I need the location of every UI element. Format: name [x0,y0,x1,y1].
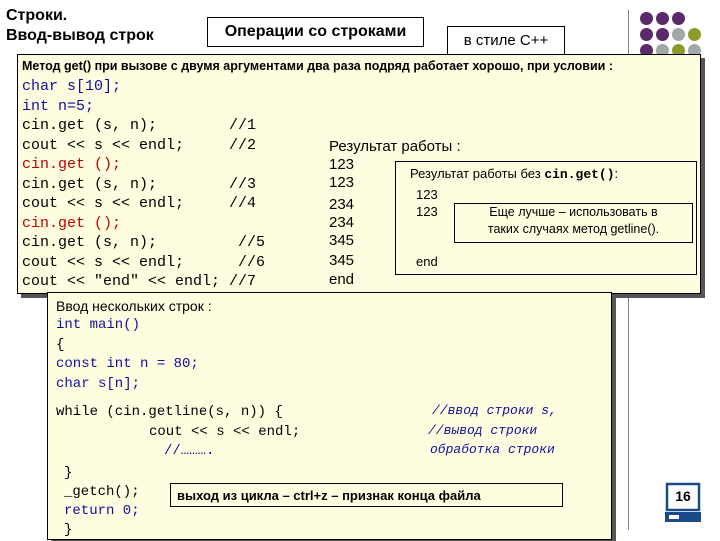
code-line: cin.get (s, n); //1 [22,117,257,134]
no-cin-get-value: 123 [416,187,438,202]
code-line: char s[10]; [22,78,122,95]
code-line: cin.get (s, n); //3 [22,175,257,193]
style-box: в стиле С++ [447,26,565,55]
result-value: 345 [329,252,355,269]
result-value: 123 [329,156,355,173]
no-cin-get-label: Результат работы без cin.get(): [410,166,619,182]
getline-tip-box: Еще лучше – использовать в таких случаях… [454,203,693,243]
result-value: 345 [329,232,355,249]
operations-box: Операции со строками [207,17,424,47]
result-value: 234 [329,214,355,231]
code-line: cout << s << endl; //6 [22,253,266,271]
getch-line: _getch(); [64,484,140,500]
title-line-1: Строки. [6,7,68,24]
slide-title: Строки. Ввод-вывод строк [6,6,154,46]
result-value: 234 [329,196,355,213]
while-line: while (cin.getline(s, n)) { [56,404,283,420]
code-line: int n=5; [22,97,95,115]
page-number: 16 [675,488,691,504]
loop-exit-note: выход из цикла – ctrl+z – признак конца … [170,483,563,507]
comment-output: //вывод строки [428,423,538,438]
final-brace: } [64,522,73,538]
code-line: cout << "end" << endl; //7 [22,273,257,290]
cout-line: cout << s << endl; [149,424,301,440]
result-value: end [329,271,355,288]
code-line: const int n = 80; [56,356,199,372]
code-line: cout << s << endl; //4 [22,195,257,212]
comment-processing: обработка строки [430,442,555,457]
lower-heading: Ввод нескольких строк : [56,298,212,314]
code-line: cin.get (); [22,156,122,173]
code-line: cout << s << endl; //2 [22,136,257,154]
code-line: char s[n]; [56,375,141,392]
code-line: { [56,336,65,353]
tip-line-1: Еще лучше – использовать в [489,205,658,219]
slide-number-icon: 16 [664,482,702,524]
close-brace: } [64,465,73,481]
main-code-box: Метод get() при вызове с двумя аргумента… [17,54,701,294]
no-cin-get-end: end [416,254,438,269]
result-label: Результат работы : [329,138,461,155]
no-cin-get-value: 123 [416,204,438,219]
title-line-2: Ввод-вывод строк [6,27,154,44]
main-heading: Метод get() при вызове с двумя аргумента… [22,59,613,73]
multi-line-input-box: Ввод нескольких строк : int main() { con… [47,292,612,540]
result-value: 123 [329,174,355,191]
code-line: cin.get (s, n); //5 [22,234,266,251]
return-line: return 0; [64,503,140,519]
comment-input: //ввод строки s, [432,403,557,418]
code-line: cin.get (); [22,214,122,232]
tip-line-2: таких случаях метод getline(). [487,222,660,236]
code-line: int main() [56,317,141,333]
dots-line: //………. [164,443,215,459]
